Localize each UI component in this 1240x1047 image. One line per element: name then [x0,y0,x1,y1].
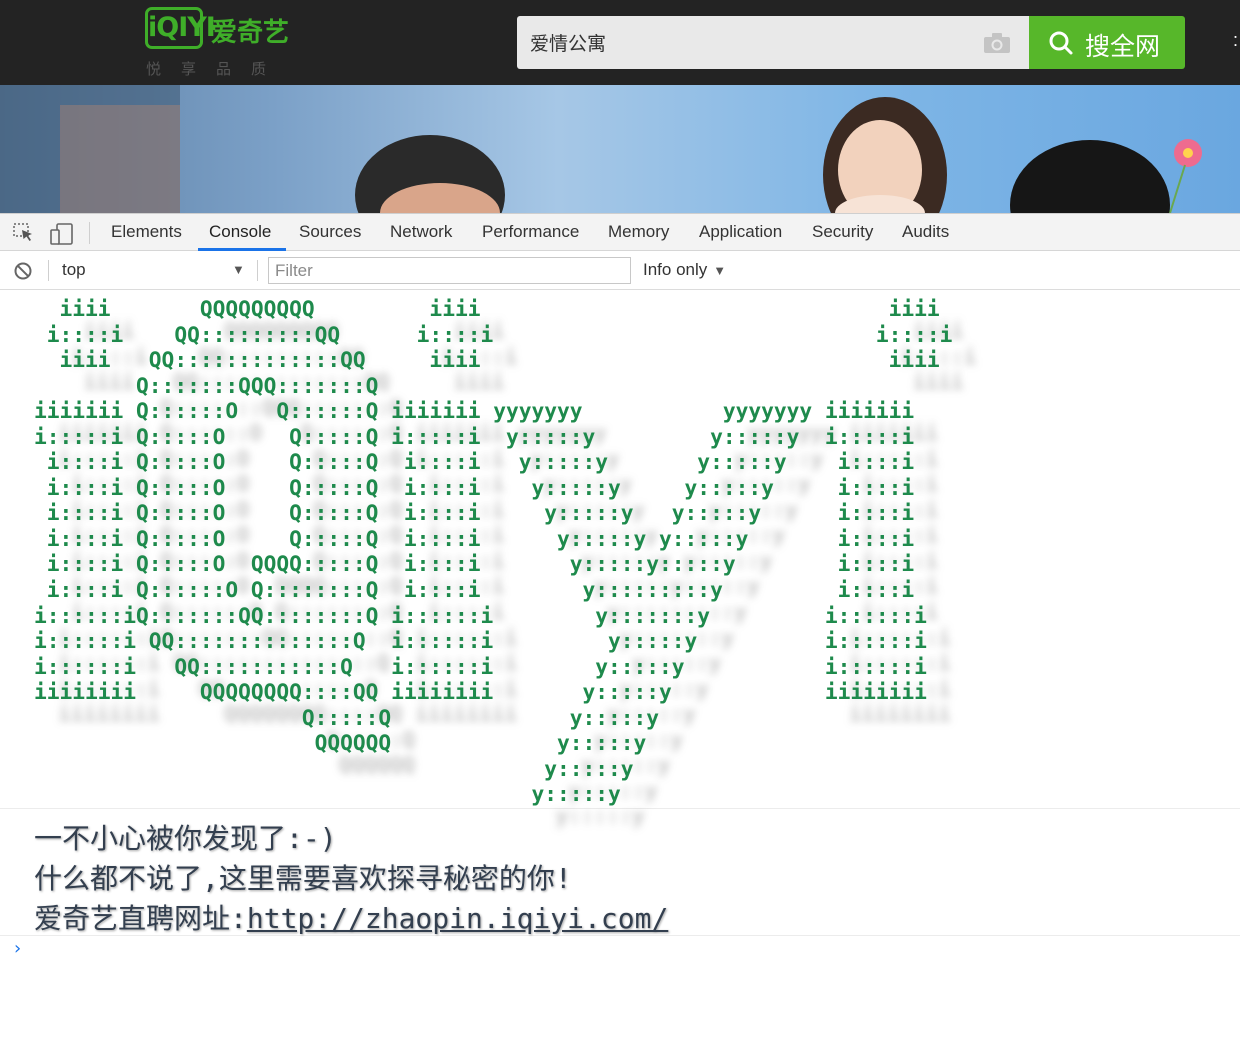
site-header: iQIYI 爱奇艺 悦享品质 搜全网 : [0,0,1240,85]
context-value: top [62,260,86,279]
message-line-2[interactable]: 什么都不说了,这里需要喜欢探寻秘密的你! [34,857,572,897]
log-level-value: Info only [643,260,708,279]
message-line-3-prefix: 爱奇艺直聘网址: [34,902,247,935]
promo-banner[interactable] [0,85,1240,213]
console-output[interactable]: iiii QQQQQQQQQ iiii iiii i::::i QQ::::::… [0,290,1240,1047]
filter-input[interactable] [268,257,631,284]
tab-console[interactable]: Console [209,214,271,251]
devtools-tab-bar: Elements Console Sources Network Perform… [0,213,1240,251]
tab-memory[interactable]: Memory [608,214,669,251]
dropdown-arrow-icon: ▼ [232,262,245,277]
toolbar-divider [257,260,258,281]
dropdown-arrow-icon: ▼ [713,263,727,278]
tab-sources[interactable]: Sources [299,214,361,251]
message-line-3: 爱奇艺直聘网址:http://zhaopin.iqiyi.com/ [34,897,668,937]
console-prompt-icon[interactable]: › [12,938,23,959]
search-icon [1049,31,1073,55]
console-message-ascii-art: iiii QQQQQQQQQ iiii iiii i::::i QQ::::::… [0,290,1240,828]
tab-security[interactable]: Security [812,214,873,251]
recruit-link[interactable]: http://zhaopin.iqiyi.com/ [247,902,668,935]
logo-slogan: 悦享品质 [146,60,287,78]
clear-console-icon[interactable] [13,261,33,281]
header-overflow-glyph: : [1233,30,1239,50]
search-all-button[interactable]: 搜全网 [1029,16,1185,69]
console-toolbar: top ▼ Info only ▼ [0,251,1240,290]
search-box [517,16,1029,69]
tab-application[interactable]: Application [699,214,782,251]
tab-audits[interactable]: Audits [902,214,949,251]
device-toolbar-icon[interactable] [50,223,74,245]
log-level-selector[interactable]: Info only ▼ [643,251,726,289]
console-message-text: 一不小心被你发现了:-) 什么都不说了,这里需要喜欢探寻秘密的你! 爱奇艺直聘网… [0,809,1240,936]
toolbar-divider [48,260,49,281]
tab-elements[interactable]: Elements [111,214,182,251]
inspect-element-icon[interactable] [13,223,35,243]
tab-performance[interactable]: Performance [482,214,579,251]
ascii-art-iqiyi[interactable]: iiii QQQQQQQQQ iiii iiii i::::i QQ::::::… [34,296,952,807]
context-selector[interactable]: top ▼ [62,251,247,289]
search-input[interactable] [517,16,967,69]
toolbar-divider [89,222,90,244]
message-line-1[interactable]: 一不小心被你发现了:-) [34,817,337,857]
iqiyi-logo[interactable]: iQIYI [145,7,216,49]
camera-icon[interactable] [983,32,1011,54]
tab-network[interactable]: Network [390,214,452,251]
logo-name: 爱奇艺 [211,18,290,48]
banner-artwork [0,85,1202,213]
search-button-label: 搜全网 [1085,32,1161,61]
